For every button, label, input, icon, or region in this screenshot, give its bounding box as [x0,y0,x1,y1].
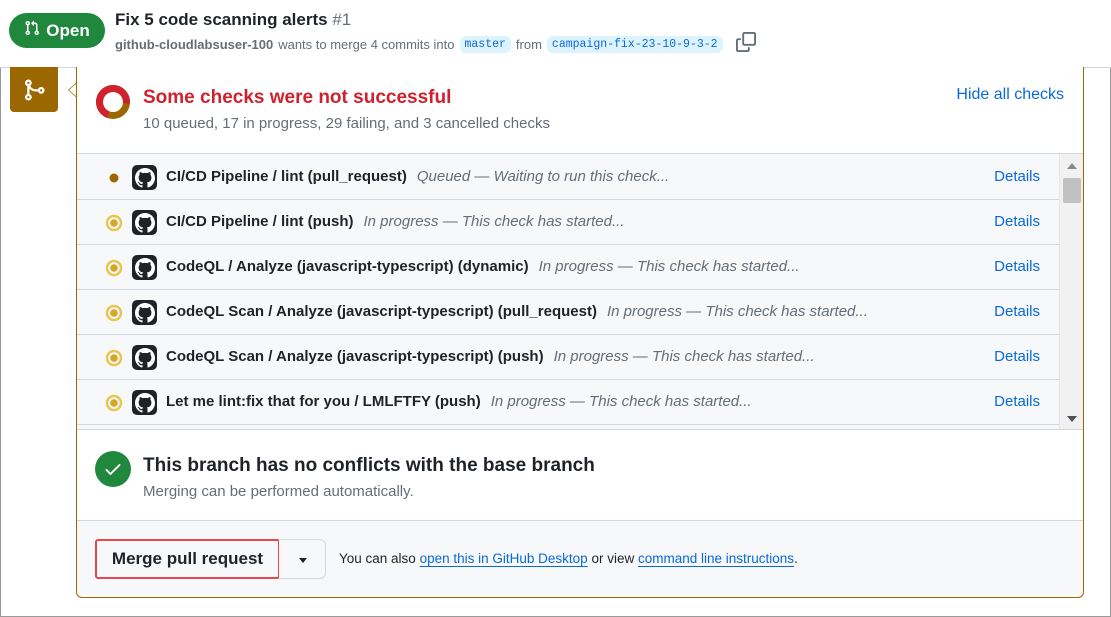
queued-dot-icon [105,169,123,187]
pr-from-text: from [515,36,542,52]
check-text: CI/CD Pipeline / lint (push) In progress … [166,213,624,230]
in-progress-icon [105,394,123,412]
head-branch[interactable]: campaign-fix-23-10-9-3-2 [546,35,723,53]
pr-status-badge: Open [9,13,105,48]
merge-status-subtitle: Merging can be performed automatically. [143,483,414,500]
pr-merge-text: wants to merge 4 commits into [278,36,455,52]
git-merge-icon [10,67,58,112]
check-row: CodeQL Scan / Analyze (javascript-typesc… [77,289,1059,335]
github-mark-icon [132,300,157,325]
copy-icon[interactable] [735,32,756,52]
merge-hint-suffix: . [794,551,798,566]
check-description: Queued — Waiting to run this check... [416,168,670,185]
pr-header: Open Fix 5 code scanning alerts #1 githu… [0,0,1111,68]
check-details-link[interactable]: Details [994,303,1040,320]
pr-status-label: Open [46,20,90,40]
check-name: CodeQL / Analyze (javascript-typescript)… [166,258,529,275]
github-mark-icon [132,345,157,370]
check-name: CI/CD Pipeline / lint (push) [166,213,354,230]
github-mark-icon [132,210,157,235]
merge-hint: You can also open this in GitHub Desktop… [339,551,798,566]
pr-number: #1 [332,10,352,29]
check-row: CodeQL / Analyze (javascript-typescript)… [77,244,1059,290]
open-in-desktop-link[interactable]: open this in GitHub Desktop [420,551,588,566]
in-progress-icon [105,214,123,232]
github-mark-icon [132,255,157,280]
merge-hint-middle: or view [591,551,635,566]
merge-hint-prefix: You can also [339,551,416,566]
checks-header: Some checks were not successful 10 queue… [77,67,1083,153]
git-pull-request-icon [24,20,40,41]
check-text: CodeQL Scan / Analyze (javascript-typesc… [166,348,815,365]
check-details-link[interactable]: Details [994,348,1040,365]
check-circle-icon [95,451,131,487]
hide-all-checks-link[interactable]: Hide all checks [956,86,1064,104]
check-text: CI/CD Pipeline / lint (pull_request) Queu… [166,168,669,185]
pr-author[interactable]: github-cloudlabsuser-100 [115,37,273,52]
check-row: CodeQL Scan / Analyze (javascript-typesc… [77,334,1059,380]
status-ring-icon [96,85,130,119]
chevron-down-icon [299,558,307,563]
pr-meta: github-cloudlabsuser-100 wants to merge … [115,32,756,54]
pr-title: Fix 5 code scanning alerts #1 [115,10,351,30]
check-name: CI/CD Pipeline / lint (pull_request) [166,168,407,185]
base-branch[interactable]: master [459,35,511,53]
check-details-link[interactable]: Details [994,213,1040,230]
scroll-down-arrow-icon[interactable] [1067,416,1077,422]
check-name: CodeQL Scan / Analyze (javascript-typesc… [166,348,544,365]
merge-pull-request-button[interactable]: Merge pull request [95,539,280,579]
checks-scrollbar[interactable] [1059,154,1083,429]
pr-title-text: Fix 5 code scanning alerts [115,10,328,29]
check-details-link[interactable]: Details [994,168,1040,185]
checks-title: Some checks were not successful [143,87,452,108]
merge-button-group: Merge pull request [95,539,326,579]
command-line-instructions-link[interactable]: command line instructions [638,551,794,566]
github-mark-icon [132,390,157,415]
merge-box: Some checks were not successful 10 queue… [76,67,1084,598]
scroll-up-arrow-icon[interactable] [1067,163,1077,169]
check-name: Let me lint:fix that for you / LMLFTFY (… [166,393,481,410]
checks-summary: 10 queued, 17 in progress, 29 failing, a… [143,115,550,132]
check-details-link[interactable]: Details [994,258,1040,275]
in-progress-icon [105,259,123,277]
scrollbar-thumb[interactable] [1063,178,1081,203]
merge-status-title: This branch has no conflicts with the ba… [143,455,595,476]
merge-footer: Merge pull request You can also open thi… [77,520,1083,597]
check-description: In progress — This check has started... [538,258,800,275]
in-progress-icon [105,304,123,322]
check-description: In progress — This check has started... [553,348,815,365]
merge-status: This branch has no conflicts with the ba… [77,431,1083,520]
check-row: Let me lint:fix that for you / LMLFTFY (… [77,379,1059,425]
check-row: CI/CD Pipeline / lint (push) In progress … [77,199,1059,245]
check-description: In progress — This check has started... [363,213,625,230]
check-description: In progress — This check has started... [606,303,868,320]
check-text: CodeQL / Analyze (javascript-typescript)… [166,258,800,275]
check-description: In progress — This check has started... [490,393,752,410]
check-details-link[interactable]: Details [994,393,1040,410]
github-mark-icon [132,165,157,190]
merge-method-dropdown[interactable] [279,539,326,579]
check-text: CodeQL Scan / Analyze (javascript-typesc… [166,303,868,320]
in-progress-icon [105,349,123,367]
checks-list[interactable]: CI/CD Pipeline / lint (pull_request) Queu… [77,153,1083,430]
check-name: CodeQL Scan / Analyze (javascript-typesc… [166,303,597,320]
check-row: CI/CD Pipeline / lint (pull_request) Queu… [77,154,1059,200]
check-text: Let me lint:fix that for you / LMLFTFY (… [166,393,752,410]
